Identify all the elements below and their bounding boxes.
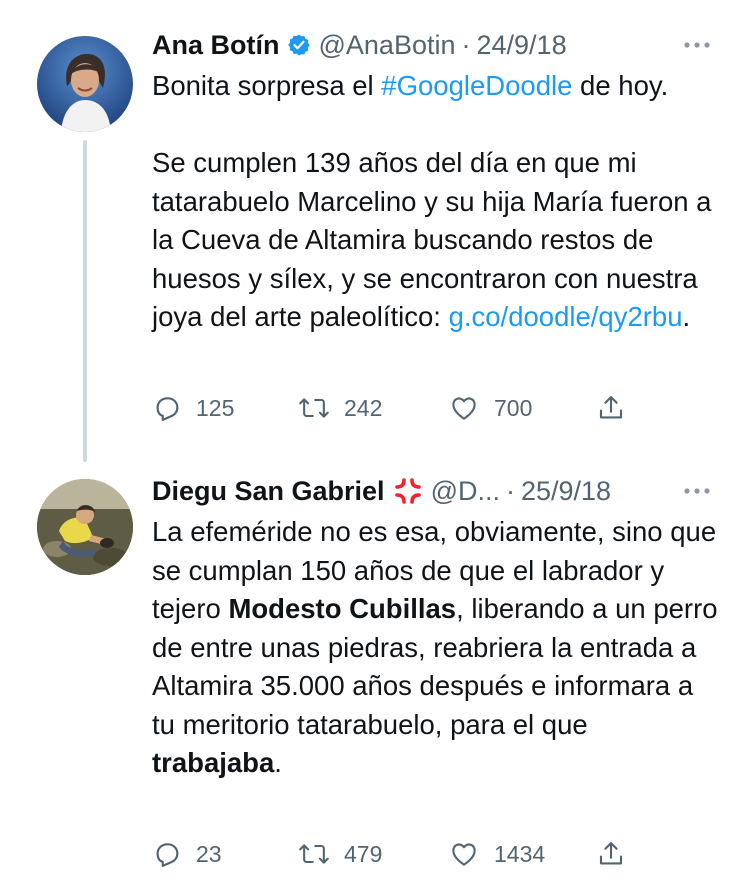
reply-icon	[156, 397, 179, 421]
retweet-count: 242	[344, 394, 383, 421]
like-button[interactable]: 700	[448, 393, 532, 423]
hashtag-link[interactable]: #GoogleDoodle	[381, 70, 572, 101]
bold-text: Modesto Cubillas	[228, 593, 457, 624]
tweet-text: Bonita sorpresa el #GoogleDoodle de hoy.…	[152, 67, 722, 337]
reply-count: 23	[196, 840, 222, 867]
tweet-paragraph: La efeméride no es esa, obviamente, sino…	[152, 513, 722, 783]
text-run: .	[682, 301, 691, 332]
tweet-paragraph: Bonita sorpresa el #GoogleDoodle de hoy.	[152, 67, 722, 106]
text-run: Bonita sorpresa el	[152, 70, 382, 101]
author-handle[interactable]: @AnaBotin	[319, 28, 456, 62]
action-bar: 23 479 1434	[152, 834, 642, 874]
tweet-header: Ana Botín @AnaBotin · 24/9/18	[152, 28, 567, 62]
text-run: de hoy.	[572, 70, 669, 101]
retweet-icon	[299, 844, 329, 864]
tweet[interactable]: Diegu San Gabriel @D... · 25/9/18 La efe…	[0, 460, 750, 888]
separator: ·	[461, 30, 471, 60]
retweet-button[interactable]: 242	[298, 393, 382, 423]
avatar[interactable]	[37, 479, 133, 575]
reply-icon	[156, 843, 179, 867]
separator: ·	[505, 476, 515, 506]
verified-badge-icon	[287, 33, 311, 57]
reply-button[interactable]: 125	[152, 393, 234, 423]
tweet-text: La efeméride no es esa, obviamente, sino…	[152, 513, 722, 783]
author-name[interactable]: Diegu San Gabriel	[152, 474, 385, 508]
author-handle[interactable]: @D...	[431, 474, 500, 508]
reply-count: 125	[196, 394, 235, 421]
tweet-date[interactable]: 24/9/18	[477, 28, 567, 62]
like-count: 1434	[494, 840, 546, 867]
retweet-icon	[299, 398, 329, 418]
like-button[interactable]: 1434	[448, 839, 545, 869]
bold-text: trabajaba	[152, 747, 275, 778]
share-icon	[599, 396, 623, 419]
retweet-count: 479	[344, 840, 383, 867]
tweet-date[interactable]: 25/9/18	[521, 474, 611, 508]
url-link[interactable]: g.co/doodle/qy2rbu	[449, 301, 683, 332]
more-icon[interactable]	[680, 474, 714, 508]
more-icon[interactable]	[680, 28, 714, 62]
avatar[interactable]	[37, 36, 133, 132]
anger-symbol-icon	[393, 476, 423, 506]
like-icon	[452, 843, 476, 866]
text-run: .	[274, 747, 282, 778]
action-bar: 125 242 700	[152, 388, 642, 428]
share-icon	[599, 842, 623, 865]
tweet[interactable]: Ana Botín @AnaBotin · 24/9/18 Bonita sor…	[0, 0, 750, 460]
share-button[interactable]	[596, 392, 626, 424]
reply-button[interactable]: 23	[152, 839, 222, 869]
share-button[interactable]	[596, 838, 626, 870]
like-count: 700	[494, 394, 533, 421]
tweet-paragraph: Se cumplen 139 años del día en que mi ta…	[152, 144, 722, 337]
tweet-header: Diegu San Gabriel @D... · 25/9/18	[152, 474, 611, 508]
retweet-button[interactable]: 479	[298, 839, 382, 869]
author-name[interactable]: Ana Botín	[152, 28, 280, 62]
like-icon	[452, 397, 476, 420]
